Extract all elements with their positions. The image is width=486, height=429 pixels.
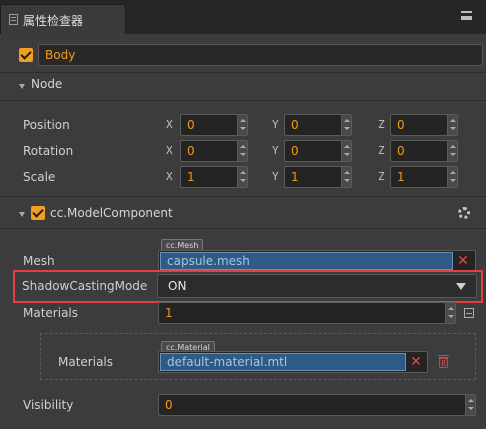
- rotation-y-input[interactable]: 0: [284, 140, 352, 162]
- shadow-casting-mode-label: ShadowCastingMode: [22, 279, 148, 293]
- scale-z-input[interactable]: 1: [390, 166, 458, 188]
- material-item-label: Materials: [58, 355, 114, 369]
- shadow-casting-mode-select[interactable]: ON: [157, 274, 477, 298]
- divider: [0, 196, 486, 197]
- scale-label: Scale: [23, 170, 56, 184]
- mesh-label: Mesh: [23, 254, 55, 268]
- rotation-label: Rotation: [23, 144, 74, 158]
- gear-icon[interactable]: [458, 207, 470, 219]
- position-x-input[interactable]: 0: [180, 114, 248, 136]
- rotation-x-stepper[interactable]: [237, 141, 247, 161]
- shadow-casting-mode-value: ON: [168, 279, 187, 293]
- position-z-stepper[interactable]: [447, 115, 457, 135]
- scale-z-axis-label: Z: [378, 170, 385, 183]
- mesh-asset-field[interactable]: capsule.mesh ✕: [158, 250, 476, 272]
- entity-enabled-checkbox[interactable]: [19, 48, 33, 62]
- scale-y-axis-label: Y: [272, 170, 279, 183]
- material-asset-value[interactable]: default-material.mtl: [160, 353, 406, 371]
- materials-count-input[interactable]: 1: [158, 302, 456, 324]
- chevron-down-icon: [456, 283, 466, 290]
- rotation-x-axis-label: X: [166, 144, 173, 157]
- component-enabled-checkbox[interactable]: [31, 206, 45, 220]
- clear-mesh-icon[interactable]: ✕: [457, 254, 469, 268]
- position-y-input[interactable]: 0: [284, 114, 352, 136]
- scale-z-stepper[interactable]: [447, 167, 457, 187]
- component-collapse-icon[interactable]: [19, 212, 25, 217]
- divider: [0, 100, 486, 101]
- rotation-z-stepper[interactable]: [447, 141, 457, 161]
- document-icon: [9, 14, 18, 25]
- component-title[interactable]: cc.ModelComponent: [50, 206, 173, 220]
- rotation-x-input[interactable]: 0: [180, 140, 248, 162]
- divider: [0, 72, 486, 73]
- rotation-y-axis-label: Y: [272, 144, 279, 157]
- visibility-input[interactable]: 0: [158, 394, 476, 416]
- position-z-input[interactable]: 0: [390, 114, 458, 136]
- visibility-label: Visibility: [23, 398, 74, 412]
- rotation-z-axis-label: Z: [378, 144, 385, 157]
- position-y-stepper[interactable]: [341, 115, 351, 135]
- rotation-y-stepper[interactable]: [341, 141, 351, 161]
- material-asset-field[interactable]: default-material.mtl ✕: [158, 351, 428, 373]
- node-section-title[interactable]: Node: [31, 77, 62, 91]
- rotation-z-input[interactable]: 0: [390, 140, 458, 162]
- scale-y-input[interactable]: 1: [284, 166, 352, 188]
- divider: [0, 228, 486, 229]
- position-z-axis-label: Z: [378, 118, 385, 131]
- position-x-stepper[interactable]: [237, 115, 247, 135]
- visibility-stepper[interactable]: [465, 395, 475, 415]
- node-collapse-icon[interactable]: [19, 84, 25, 89]
- materials-label: Materials: [23, 306, 79, 320]
- panel-title: 属性检查器: [23, 14, 84, 28]
- clear-material-icon[interactable]: ✕: [410, 355, 422, 369]
- collapse-icon[interactable]: [464, 308, 474, 318]
- scale-x-input[interactable]: 1: [180, 166, 248, 188]
- trash-icon[interactable]: [438, 355, 449, 368]
- materials-count-stepper[interactable]: [445, 303, 455, 323]
- entity-name-input[interactable]: Body: [38, 44, 483, 66]
- scale-y-stepper[interactable]: [341, 167, 351, 187]
- mesh-asset-value[interactable]: capsule.mesh: [160, 252, 453, 270]
- scale-x-stepper[interactable]: [237, 167, 247, 187]
- position-label: Position: [23, 118, 70, 132]
- position-x-axis-label: X: [166, 118, 173, 131]
- position-y-axis-label: Y: [272, 118, 279, 131]
- scale-x-axis-label: X: [166, 170, 173, 183]
- menu-icon[interactable]: [461, 11, 472, 20]
- panel-tab[interactable]: 属性检查器: [0, 4, 126, 34]
